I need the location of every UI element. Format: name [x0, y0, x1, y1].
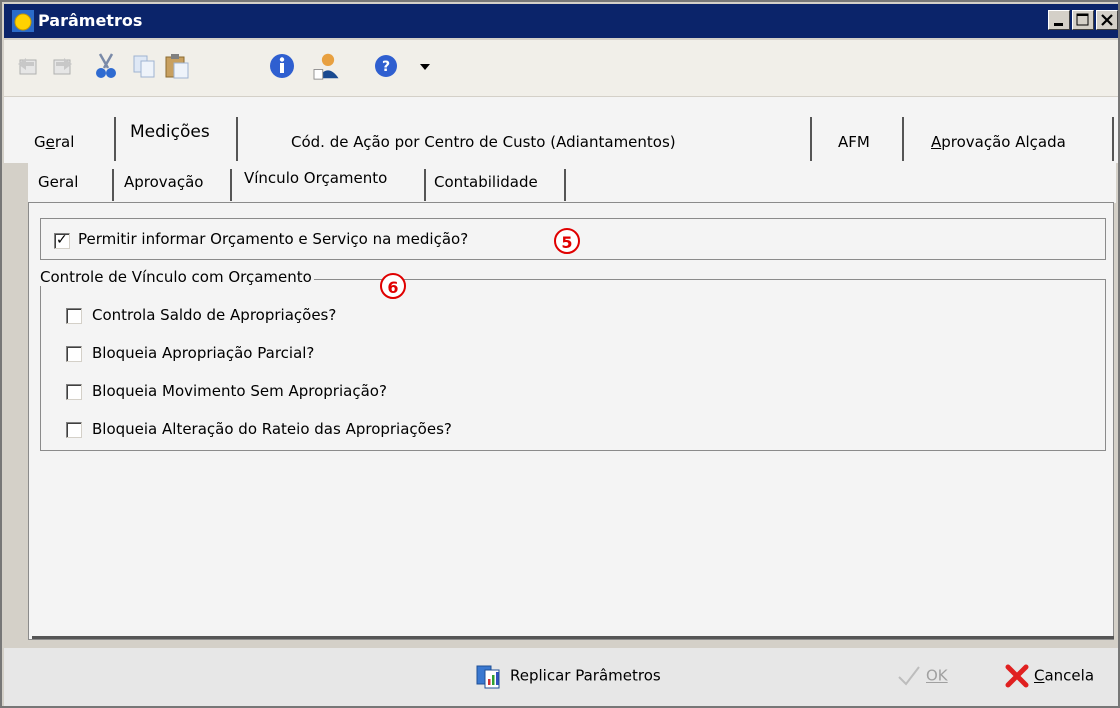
ok-label: OK: [926, 666, 948, 685]
close-icon: [1101, 14, 1113, 26]
tab-separator: [810, 117, 812, 161]
tab-separator: [902, 117, 904, 161]
checkmark-icon: ✓: [56, 232, 68, 248]
option-checkbox[interactable]: [66, 422, 82, 438]
option-label[interactable]: Bloqueia Movimento Sem Apropriação?: [92, 382, 387, 400]
replicate-icon: [476, 665, 500, 689]
cancel-label: Cancela: [1034, 666, 1095, 685]
tab-cod-acao[interactable]: Cód. de Ação por Centro de Custo (Adiant…: [291, 123, 676, 161]
help-dropdown-arrow-icon[interactable]: [420, 64, 430, 70]
footer-bar: Replicar Parâmetros OK Cancela: [4, 648, 1118, 706]
copy-icon[interactable]: [130, 52, 158, 80]
svg-text:?: ?: [382, 59, 390, 75]
callout-badge-6: 6: [380, 273, 406, 299]
group-title: Controle de Vínculo com Orçamento: [38, 268, 314, 286]
tab-separator: [1112, 117, 1114, 161]
subtab-separator: [564, 169, 566, 201]
subtab-separator: [112, 169, 114, 201]
tab-aprovacao-alcada[interactable]: Aprovação Alçada: [931, 123, 1066, 161]
tab-separator: [114, 117, 116, 161]
ok-button[interactable]: OK: [896, 663, 948, 689]
option-checkbox[interactable]: [66, 346, 82, 362]
check-icon: [898, 666, 920, 686]
maximize-icon: [1076, 13, 1089, 26]
subtab-contabilidade[interactable]: Contabilidade: [434, 173, 538, 191]
option-label[interactable]: Controla Saldo de Apropriações?: [92, 306, 336, 324]
tab-medicoes[interactable]: Medições: [130, 113, 210, 151]
cancel-button[interactable]: Cancela: [1004, 663, 1094, 689]
subtab-separator: [230, 169, 232, 201]
help-icon[interactable]: ?: [372, 52, 400, 80]
subtab-vinculo-orcamento[interactable]: Vínculo Orçamento: [244, 169, 387, 187]
option-checkbox[interactable]: [66, 384, 82, 400]
paste-icon[interactable]: [162, 52, 192, 80]
allow-orcamento-checkbox[interactable]: ✓: [54, 232, 70, 249]
info-icon[interactable]: [268, 52, 296, 80]
app-sun-icon: [12, 10, 34, 32]
callout-badge-5: 5: [554, 228, 580, 254]
tab-separator: [236, 117, 238, 161]
sub-tab-strip: Geral Aprovação Vínculo Orçamento Contab…: [28, 163, 1116, 203]
replicate-label: Replicar Parâmetros: [510, 666, 661, 685]
option-label[interactable]: Bloqueia Apropriação Parcial?: [92, 344, 314, 362]
user-icon[interactable]: [310, 52, 346, 80]
maximize-button[interactable]: [1072, 10, 1094, 30]
toolbar: ?: [4, 40, 1118, 96]
option-checkbox[interactable]: [66, 308, 82, 324]
replicate-button[interactable]: Replicar Parâmetros: [476, 663, 661, 689]
parametros-window: Parâmetros ? Geral Medições Cód. de Ação…: [0, 0, 1120, 708]
option-label[interactable]: Bloqueia Alteração do Rateio das Apropri…: [92, 420, 452, 438]
window-title: Parâmetros: [38, 11, 143, 30]
subtab-geral[interactable]: Geral: [38, 173, 78, 191]
minimize-button[interactable]: [1048, 10, 1070, 30]
cancel-x-icon: [1005, 664, 1029, 688]
panel-bottom-border: [32, 636, 1114, 639]
tab-geral[interactable]: Geral: [34, 123, 74, 161]
allow-orcamento-label[interactable]: Permitir informar Orçamento e Serviço na…: [78, 230, 468, 248]
close-button[interactable]: [1096, 10, 1118, 30]
tab-afm[interactable]: AFM: [838, 123, 870, 161]
undo-icon[interactable]: [14, 52, 42, 80]
cut-icon[interactable]: [90, 52, 122, 80]
title-bar[interactable]: Parâmetros: [4, 4, 1118, 38]
minimize-icon: [1054, 23, 1063, 26]
subtab-separator: [424, 169, 426, 201]
subtab-aprovacao[interactable]: Aprovação: [124, 173, 203, 191]
main-tab-strip: Geral Medições Cód. de Ação por Centro d…: [4, 97, 1118, 163]
redo-icon[interactable]: [48, 52, 76, 80]
